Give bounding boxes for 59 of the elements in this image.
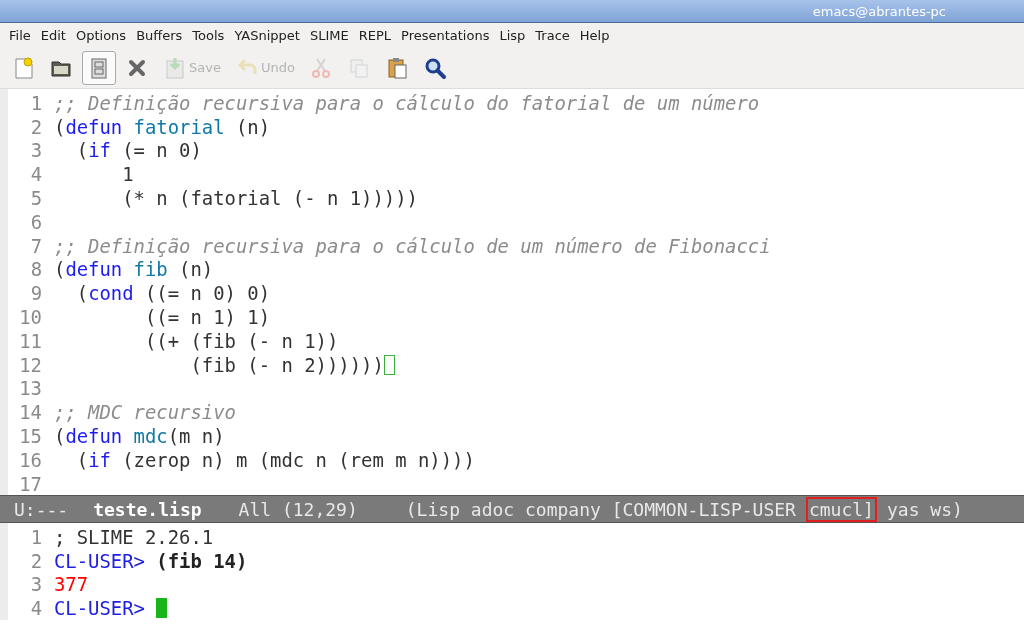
- window-title: emacs@abrantes-pc: [812, 3, 946, 19]
- menu-item[interactable]: Trace: [530, 27, 575, 43]
- code-line: ; SLIME 2.26.1: [54, 525, 214, 548]
- code-line: (* n (fatorial (- n 1))))): [121, 187, 418, 210]
- line-number: 13: [18, 377, 43, 400]
- code-line: (defun mdc(m n): [54, 425, 225, 448]
- line-number: 12: [18, 353, 43, 376]
- line-number: 5: [29, 187, 43, 210]
- menu-item[interactable]: Edit: [35, 27, 71, 43]
- line-number: 6: [29, 210, 43, 233]
- code-line: ((+ (fib (- n 1)): [144, 329, 339, 352]
- line-number: 17: [18, 472, 43, 495]
- code-line: ;; Definição recursiva para o cálculo do fatorial de um número: [54, 91, 760, 114]
- line-number: 3: [29, 573, 43, 596]
- code-line: ((= n 1) 1): [144, 306, 271, 329]
- menu-item[interactable]: Help: [574, 27, 615, 43]
- code-line: CL-USER>: [54, 597, 146, 620]
- code-line: (if (= n 0): [75, 139, 202, 162]
- mode-text: cmucl]: [805, 496, 877, 522]
- code-line: CL-USER> (fib 14): [54, 549, 248, 572]
- cursor-position: All (12,29): [238, 498, 358, 520]
- line-number: 15: [18, 425, 43, 448]
- line-number: 1: [29, 91, 43, 114]
- menu-item[interactable]: Buffers: [131, 27, 188, 43]
- buffer-name: teste.lisp: [93, 498, 202, 520]
- line-number: 2: [29, 115, 43, 138]
- menu-item[interactable]: YASnippet: [229, 27, 305, 43]
- line-number: 2: [29, 549, 43, 572]
- line-number: 14: [18, 401, 43, 424]
- menu-item[interactable]: Tools: [187, 27, 230, 43]
- line-number: 1: [29, 525, 43, 548]
- code-line: ;; Definição recursiva para o cálculo de um número de Fibonacci: [54, 234, 771, 257]
- save-icon: [163, 55, 187, 80]
- line-number: 8: [29, 258, 43, 281]
- code-line: (defun fib (n): [54, 258, 214, 281]
- menu-item[interactable]: File: [4, 27, 36, 43]
- mode-text: (Lisp adoc company [COMMON-LISP-USER: [404, 497, 797, 522]
- line-number: 11: [18, 329, 43, 352]
- line-number: 10: [18, 306, 43, 329]
- code-line: (if (zerop n) m (mdc n (rem m n)))): [75, 448, 475, 471]
- menu-item[interactable]: Presentations: [396, 27, 495, 43]
- code-line: (cond ((= n 0) 0): [75, 282, 271, 305]
- code-line: 1: [121, 163, 134, 186]
- menu-item[interactable]: REPL: [353, 27, 397, 43]
- line-number: 16: [18, 448, 43, 471]
- code-line: (fib (- n 2)))))): [189, 353, 384, 376]
- menu-item[interactable]: Lisp: [494, 27, 531, 43]
- buffer-status: U:---: [14, 498, 69, 520]
- code-line: 377: [54, 573, 89, 596]
- line-number: 9: [29, 282, 43, 305]
- menu-item[interactable]: Options: [70, 27, 132, 43]
- line-number: 7: [29, 234, 43, 257]
- code-line: ;; MDC recursivo: [54, 401, 236, 424]
- code-line: (defun fatorial (n): [54, 115, 271, 138]
- line-number: 3: [29, 139, 43, 162]
- line-number: 4: [29, 163, 43, 186]
- line-number: 4: [29, 597, 43, 620]
- menu-item[interactable]: SLIME: [304, 27, 354, 43]
- mode-text: yas ws): [885, 497, 964, 522]
